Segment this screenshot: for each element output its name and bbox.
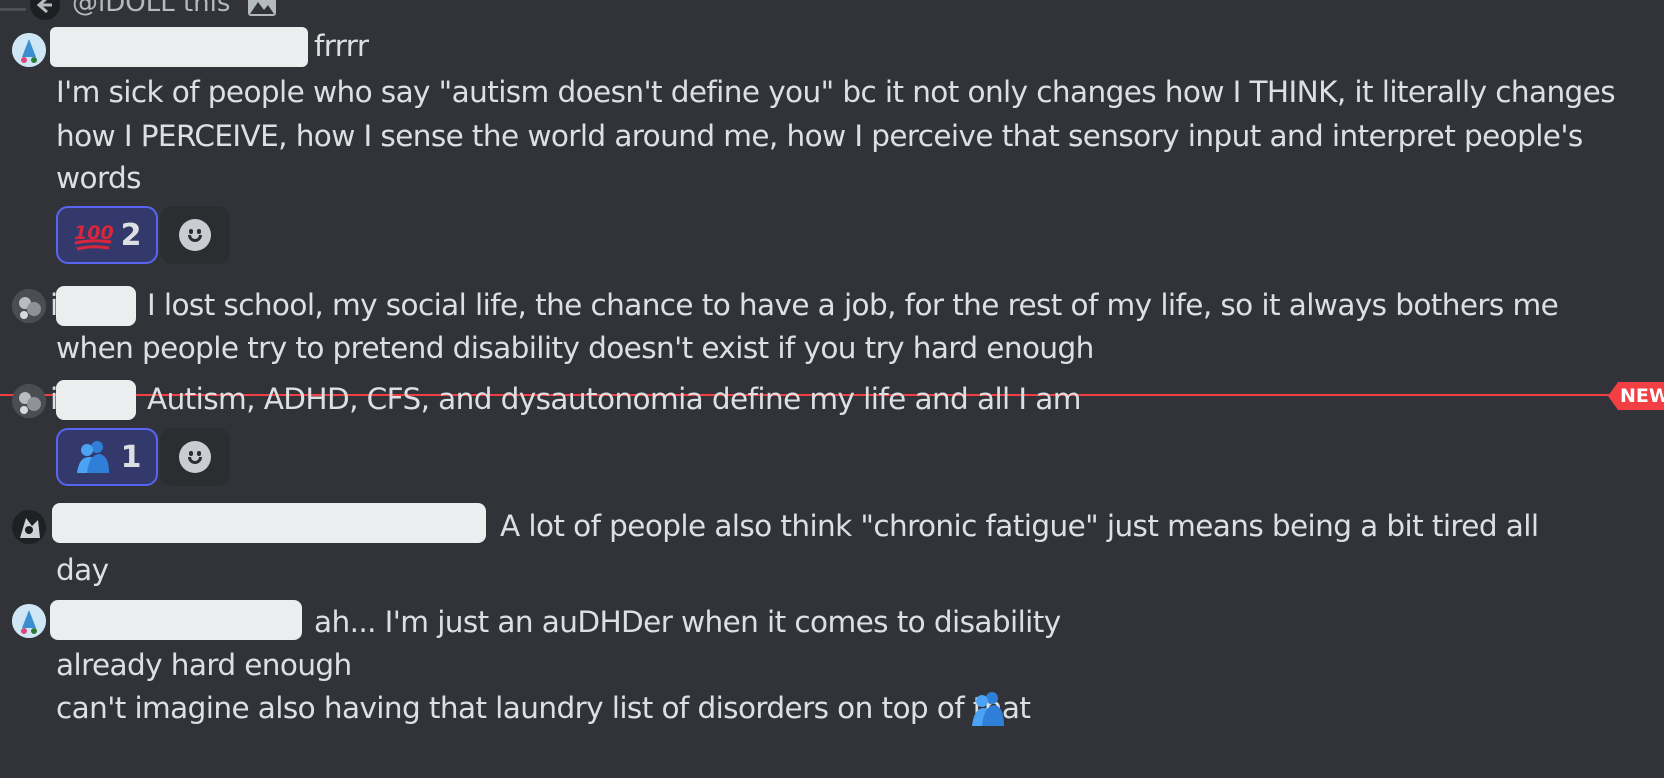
message-text: can't imagine also having that laundry l…: [56, 691, 1031, 725]
smiley-icon: [179, 219, 211, 251]
hundred-points-icon: 100: [74, 222, 113, 251]
reaction-people-hugging[interactable]: 1: [56, 428, 158, 486]
message-text: when people try to pretend disability do…: [56, 331, 1094, 365]
add-reaction-button[interactable]: [160, 206, 230, 264]
people-hugging-icon: [76, 441, 109, 473]
reply-connector-line: [0, 8, 26, 11]
message-text: how I PERCEIVE, how I sense the world ar…: [56, 119, 1583, 153]
message-text: A lot of people also think "chronic fati…: [500, 509, 1539, 543]
message-text: I lost school, my social life, the chanc…: [147, 288, 1559, 322]
user-avatar[interactable]: [12, 510, 46, 544]
reply-text: @iDOLL this: [72, 0, 231, 18]
image-icon: [248, 0, 276, 16]
user-avatar[interactable]: [12, 33, 46, 67]
reaction-hundred-points[interactable]: 100 2: [56, 206, 158, 264]
message-text: already hard enough: [56, 648, 352, 682]
message-text: words: [56, 161, 141, 195]
message-text: I'm sick of people who say "autism doesn…: [56, 75, 1616, 109]
people-hugging-icon: [972, 692, 1004, 726]
add-reaction-button[interactable]: [160, 428, 230, 486]
redacted-username[interactable]: [56, 286, 136, 326]
user-avatar[interactable]: [12, 289, 46, 323]
message-text: frrrr: [314, 29, 369, 63]
smiley-icon: [179, 441, 211, 473]
message-text: ah... I'm just an auDHDer when it comes …: [314, 605, 1061, 639]
reaction-count: 1: [120, 439, 142, 475]
user-avatar[interactable]: [12, 384, 46, 418]
message-text: day: [56, 553, 109, 587]
redacted-username[interactable]: [52, 503, 486, 543]
redacted-username[interactable]: [56, 380, 136, 420]
chat-view: @iDOLL this frrrr I'm sick of people who…: [0, 0, 1664, 778]
new-messages-badge: NEW: [1608, 382, 1664, 410]
message-text: Autism, ADHD, CFS, and dysautonomia defi…: [147, 382, 1082, 416]
reply-arrow-icon: [30, 0, 60, 20]
user-avatar[interactable]: [12, 604, 46, 638]
redacted-username[interactable]: [50, 600, 302, 640]
reaction-count: 2: [120, 217, 142, 253]
redacted-username[interactable]: [50, 27, 308, 67]
